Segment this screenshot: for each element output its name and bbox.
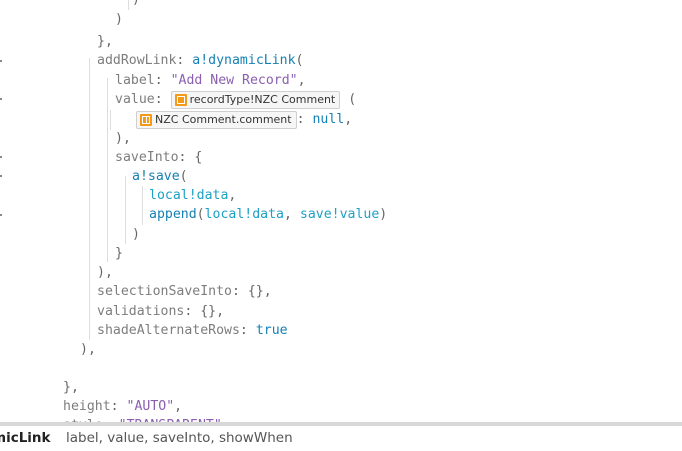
code-token: ) xyxy=(132,0,140,7)
code-token: , xyxy=(284,207,300,222)
code-line[interactable]: shadeAlternateRows: true xyxy=(97,321,288,340)
code-token: }, xyxy=(63,380,79,395)
code-token: : xyxy=(239,323,256,338)
indent-guide xyxy=(89,58,90,340)
code-token: ( xyxy=(196,207,205,222)
code-token: : {}, xyxy=(231,284,272,299)
code-token: value xyxy=(115,92,155,107)
record-field-icon xyxy=(140,114,152,126)
code-line[interactable]: validations: {}, xyxy=(97,302,224,321)
record-reference-label: recordType!NZC Comment xyxy=(189,93,336,106)
code-token: ), xyxy=(80,342,96,357)
code-line[interactable]: value: recordType!NZC Comment ( xyxy=(115,90,356,109)
code-token: , xyxy=(174,399,183,414)
code-token: save!value xyxy=(299,207,380,222)
record-reference-label: NZC Comment.comment xyxy=(155,113,292,126)
gutter-marker xyxy=(0,60,2,62)
code-token: ) xyxy=(115,12,123,27)
function-signature-hint: micLink label, value, saveInto, showWhen xyxy=(0,426,682,451)
code-line[interactable]: label: "Add New Record", xyxy=(115,71,306,90)
code-token: true xyxy=(255,323,288,338)
code-token: "AUTO" xyxy=(126,399,175,414)
code-token: a!dynamicLink xyxy=(192,53,296,68)
indent-guide xyxy=(125,176,126,244)
code-line[interactable]: addRowLink: a!dynamicLink( xyxy=(97,51,303,70)
code-token: saveInto xyxy=(115,150,179,165)
code-line[interactable]: selectionSaveInto: {}, xyxy=(97,282,272,301)
code-token: local!data xyxy=(204,207,284,222)
expression-editor[interactable]: ))},addRowLink: a!dynamicLink(label: "Ad… xyxy=(0,0,682,422)
code-token: : xyxy=(154,73,171,88)
code-line[interactable]: saveInto: { xyxy=(115,148,202,167)
code-token: selectionSaveInto xyxy=(97,284,232,299)
indent-guide xyxy=(107,78,108,262)
code-line[interactable]: ), xyxy=(97,263,113,282)
code-token: "Add New Record" xyxy=(170,73,298,88)
code-line[interactable]: }, xyxy=(63,378,79,397)
code-line[interactable]: ) xyxy=(115,10,123,29)
code-line[interactable]: ) xyxy=(132,225,140,244)
record-reference-chip[interactable]: NZC Comment.comment xyxy=(136,111,297,129)
code-token: : xyxy=(296,112,313,127)
gutter-marker xyxy=(0,214,2,216)
code-token: ( xyxy=(295,53,304,68)
code-token: height xyxy=(63,399,111,414)
code-token: label xyxy=(115,73,155,88)
code-token: ) xyxy=(379,207,388,222)
code-line[interactable]: local!data, xyxy=(149,186,236,205)
code-line[interactable]: height: "AUTO", xyxy=(63,397,182,416)
code-line[interactable]: append(local!data, save!value) xyxy=(149,205,387,224)
indent-guide xyxy=(110,110,111,130)
code-line[interactable]: a!save( xyxy=(132,167,188,186)
code-line[interactable]: NZC Comment.comment: null, xyxy=(136,110,352,129)
gutter-marker xyxy=(0,156,2,158)
code-token: : xyxy=(176,53,193,68)
code-token: ( xyxy=(340,92,357,107)
code-token: ), xyxy=(115,131,131,146)
code-token: local!data xyxy=(149,188,229,203)
record-reference-chip[interactable]: recordType!NZC Comment xyxy=(170,91,341,109)
indent-guide xyxy=(142,186,143,225)
code-token: ) xyxy=(132,227,140,242)
code-token: : xyxy=(110,399,127,414)
code-token: }, xyxy=(97,34,113,49)
code-token: a!save xyxy=(132,169,180,184)
code-line[interactable]: } xyxy=(115,244,123,263)
code-token: validations xyxy=(97,304,185,319)
code-token: , xyxy=(297,73,306,88)
hint-parameters: label, value, saveInto, showWhen xyxy=(66,430,293,446)
code-token: null xyxy=(312,112,345,127)
gutter xyxy=(0,0,4,422)
code-token: append xyxy=(149,207,197,222)
code-line[interactable]: ), xyxy=(80,340,96,359)
code-token: } xyxy=(115,246,123,261)
hint-function-name: micLink xyxy=(0,430,51,446)
code-token: ( xyxy=(179,169,188,184)
code-token: ), xyxy=(97,265,113,280)
indent-guide xyxy=(128,0,129,10)
gutter-marker xyxy=(0,175,2,177)
code-token: : {}, xyxy=(184,304,225,319)
code-line[interactable]: }, xyxy=(97,32,113,51)
code-line[interactable]: ) xyxy=(132,0,140,9)
code-line[interactable]: ), xyxy=(115,129,131,148)
code-token: , xyxy=(344,112,353,127)
code-token: addRowLink xyxy=(97,53,177,68)
code-token: , xyxy=(228,188,237,203)
code-token: shadeAlternateRows xyxy=(97,323,240,338)
code-token: : { xyxy=(178,150,203,165)
gutter-marker xyxy=(0,98,2,100)
code-token: : xyxy=(154,92,171,107)
record-type-icon xyxy=(174,94,187,106)
